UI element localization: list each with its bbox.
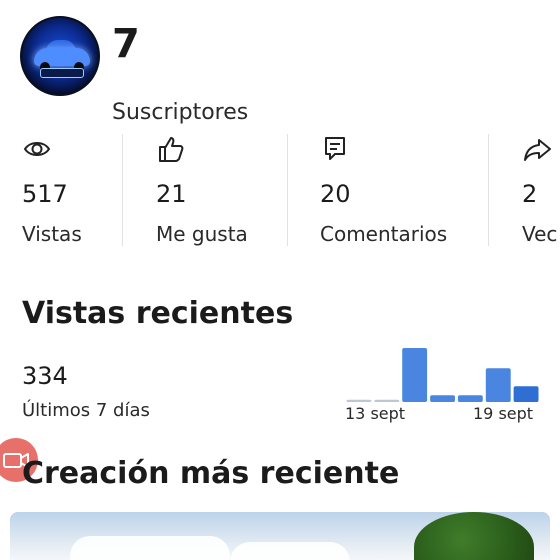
stats-row: 517 Vistas 21 Me gusta 20 Comentarios 2 … xyxy=(0,130,560,250)
chart-bar xyxy=(430,395,455,402)
share-icon xyxy=(524,139,551,161)
chart-bar xyxy=(457,395,483,402)
chart-bar xyxy=(402,348,428,402)
stat-comments-value: 20 xyxy=(320,180,351,208)
chart-date-end: 19 sept xyxy=(473,404,534,423)
stat-shares-value: 2 xyxy=(522,180,538,208)
stat-likes-value: 21 xyxy=(156,180,187,208)
thumbs-up-icon xyxy=(159,137,184,162)
thumbnail-cloud xyxy=(70,536,230,560)
latest-creation-title: Creación más reciente xyxy=(22,456,400,491)
recent-views-chart[interactable] xyxy=(345,346,540,402)
subscriber-count: 7 xyxy=(112,21,140,67)
eye-icon xyxy=(23,142,51,156)
subscriber-label: Suscriptores xyxy=(112,100,249,125)
stat-divider xyxy=(287,134,288,246)
channel-avatar[interactable] xyxy=(20,16,100,96)
avatar-plate xyxy=(40,68,84,78)
recent-views-period: Últimos 7 días xyxy=(22,400,150,421)
stat-divider xyxy=(122,134,123,246)
stat-views-label: Vistas xyxy=(22,222,82,246)
channel-header: 7 Suscriptores xyxy=(20,16,540,125)
latest-creation-thumbnail[interactable] xyxy=(10,512,550,560)
stat-views-value: 517 xyxy=(22,180,68,208)
comment-icon xyxy=(325,137,345,160)
chart-bar xyxy=(513,386,539,402)
recent-views-value: 334 xyxy=(22,362,68,390)
recent-views-title: Vistas recientes xyxy=(22,296,294,331)
thumbnail-cloud xyxy=(230,542,350,560)
chart-bar xyxy=(374,399,400,402)
stat-shares-label: Vec xyxy=(522,222,558,246)
stat-comments-label: Comentarios xyxy=(320,222,448,246)
chart-date-start: 13 sept xyxy=(345,404,406,423)
stat-divider xyxy=(488,134,489,246)
chart-bar xyxy=(485,368,511,402)
chart-bar xyxy=(346,399,372,402)
stat-likes-label: Me gusta xyxy=(156,222,248,246)
